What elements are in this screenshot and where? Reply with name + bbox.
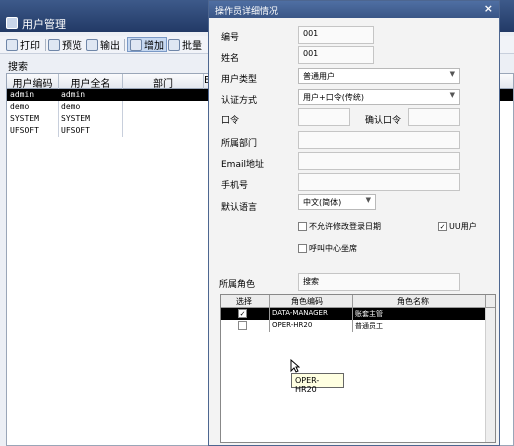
- preview-button[interactable]: 预览: [48, 37, 82, 52]
- cell-name: admin: [61, 90, 86, 99]
- roles-table-header: 选择 角色编码 角色名称: [221, 295, 495, 308]
- auth-select[interactable]: 用户+口令(传统) ▼: [298, 89, 460, 105]
- cell-role-name: 普通员工: [355, 322, 383, 330]
- name-field[interactable]: 001: [298, 46, 374, 64]
- roles-table: 选择 角色编码 角色名称 ✓ DATA-MANAGER 账套主管 OPER-HR…: [220, 294, 496, 443]
- usertype-label: 用户类型: [221, 75, 258, 85]
- usertype-value: 普通用户: [303, 72, 335, 81]
- checkbox-icon: [298, 244, 307, 253]
- cell-code: demo: [10, 102, 30, 111]
- add-button[interactable]: 增加: [127, 37, 167, 52]
- roles-search-field[interactable]: 搜索: [298, 273, 460, 291]
- window-title: 用户管理: [22, 18, 66, 31]
- code-field[interactable]: 001: [298, 26, 374, 44]
- dialog-title: 操作员详细情况: [215, 7, 279, 17]
- cell-role-code: DATA-MANAGER: [272, 309, 328, 317]
- usertype-select[interactable]: 普通用户 ▼: [298, 68, 460, 84]
- cell-name: SYSTEM: [61, 114, 90, 123]
- col-user-code[interactable]: 用户编码: [7, 75, 58, 90]
- print-label: 打印: [20, 41, 40, 52]
- add-label: 增加: [144, 41, 164, 52]
- checkbox-icon: [298, 222, 307, 231]
- export-label: 输出: [100, 41, 120, 52]
- col-select[interactable]: 选择: [236, 296, 252, 307]
- checkbox-label: 呼叫中心坐席: [309, 244, 357, 253]
- col-role-name[interactable]: 角色名称: [397, 296, 429, 307]
- phone-label: 手机号: [221, 181, 249, 191]
- checkbox-checked-icon[interactable]: ✓: [238, 309, 247, 318]
- operator-detail-dialog: 操作员详细情况 × 编号 001 姓名 001 用户类型 普通用户 ▼ 认证方式…: [208, 0, 500, 446]
- roles-label: 所属角色: [219, 280, 256, 290]
- email-field[interactable]: [298, 152, 460, 170]
- checkbox-checked-icon: ✓: [438, 222, 447, 231]
- mouse-cursor-icon: [290, 359, 300, 373]
- add-user-icon: [130, 38, 142, 51]
- tooltip: OPER-HR20: [291, 373, 344, 394]
- lang-label: 默认语言: [221, 203, 258, 213]
- vertical-scrollbar[interactable]: [485, 308, 495, 442]
- search-label: 搜索: [8, 62, 28, 73]
- checkbox-label: UU用户: [449, 222, 477, 231]
- app-icon: [6, 17, 18, 29]
- cell-role-code: OPER-HR20: [272, 321, 313, 329]
- password-field[interactable]: [298, 108, 350, 126]
- password-label: 口令: [221, 116, 240, 126]
- uu-user-checkbox[interactable]: ✓ UU用户: [438, 221, 477, 232]
- dropdown-arrow-icon: ▼: [449, 91, 455, 99]
- magnifier-icon: [48, 38, 60, 51]
- dropdown-arrow-icon: ▼: [365, 196, 371, 204]
- auth-value: 用户+口令(传统): [303, 93, 364, 102]
- cell-name: demo: [61, 102, 81, 111]
- confirm-field[interactable]: [408, 108, 460, 126]
- language-select[interactable]: 中文(简体) ▼: [298, 194, 376, 210]
- phone-field[interactable]: [298, 173, 460, 191]
- dept-label: 所属部门: [221, 139, 258, 149]
- print-button[interactable]: 打印: [6, 37, 40, 52]
- auth-label: 认证方式: [221, 96, 258, 106]
- confirm-label: 确认口令: [365, 116, 402, 126]
- table-row[interactable]: ✓ DATA-MANAGER 账套主管: [221, 308, 495, 320]
- col-department[interactable]: 部门: [123, 75, 203, 90]
- dialog-title-bar: 操作员详细情况 ×: [209, 1, 499, 18]
- batch-label: 批量: [182, 41, 202, 52]
- col-user-name[interactable]: 用户全名: [59, 75, 122, 90]
- dept-field[interactable]: [298, 131, 460, 149]
- checkbox-icon[interactable]: [238, 321, 247, 330]
- cell-name: UFSOFT: [61, 126, 90, 135]
- cell-role-name: 账套主管: [355, 310, 383, 318]
- cell-code: SYSTEM: [10, 114, 39, 123]
- lang-value: 中文(简体): [303, 198, 342, 207]
- batch-button[interactable]: 批量: [168, 37, 202, 52]
- name-label: 姓名: [221, 54, 240, 64]
- export-button[interactable]: 输出: [86, 37, 120, 52]
- table-row[interactable]: OPER-HR20 普通员工: [221, 320, 495, 332]
- col-role-code[interactable]: 角色编码: [291, 296, 323, 307]
- no-change-login-date-checkbox[interactable]: 不允许修改登录日期: [298, 221, 381, 232]
- cell-code: admin: [10, 90, 35, 99]
- export-icon: [86, 38, 98, 51]
- preview-label: 预览: [62, 41, 82, 52]
- cell-code: UFSOFT: [10, 126, 39, 135]
- email-label: Email地址: [221, 160, 264, 170]
- printer-icon: [6, 38, 18, 51]
- close-icon[interactable]: ×: [484, 2, 493, 15]
- checkbox-label: 不允许修改登录日期: [309, 222, 381, 231]
- batch-icon: [168, 38, 180, 51]
- code-label: 编号: [221, 33, 240, 43]
- call-center-checkbox[interactable]: 呼叫中心坐席: [298, 243, 357, 254]
- dropdown-arrow-icon: ▼: [449, 70, 455, 78]
